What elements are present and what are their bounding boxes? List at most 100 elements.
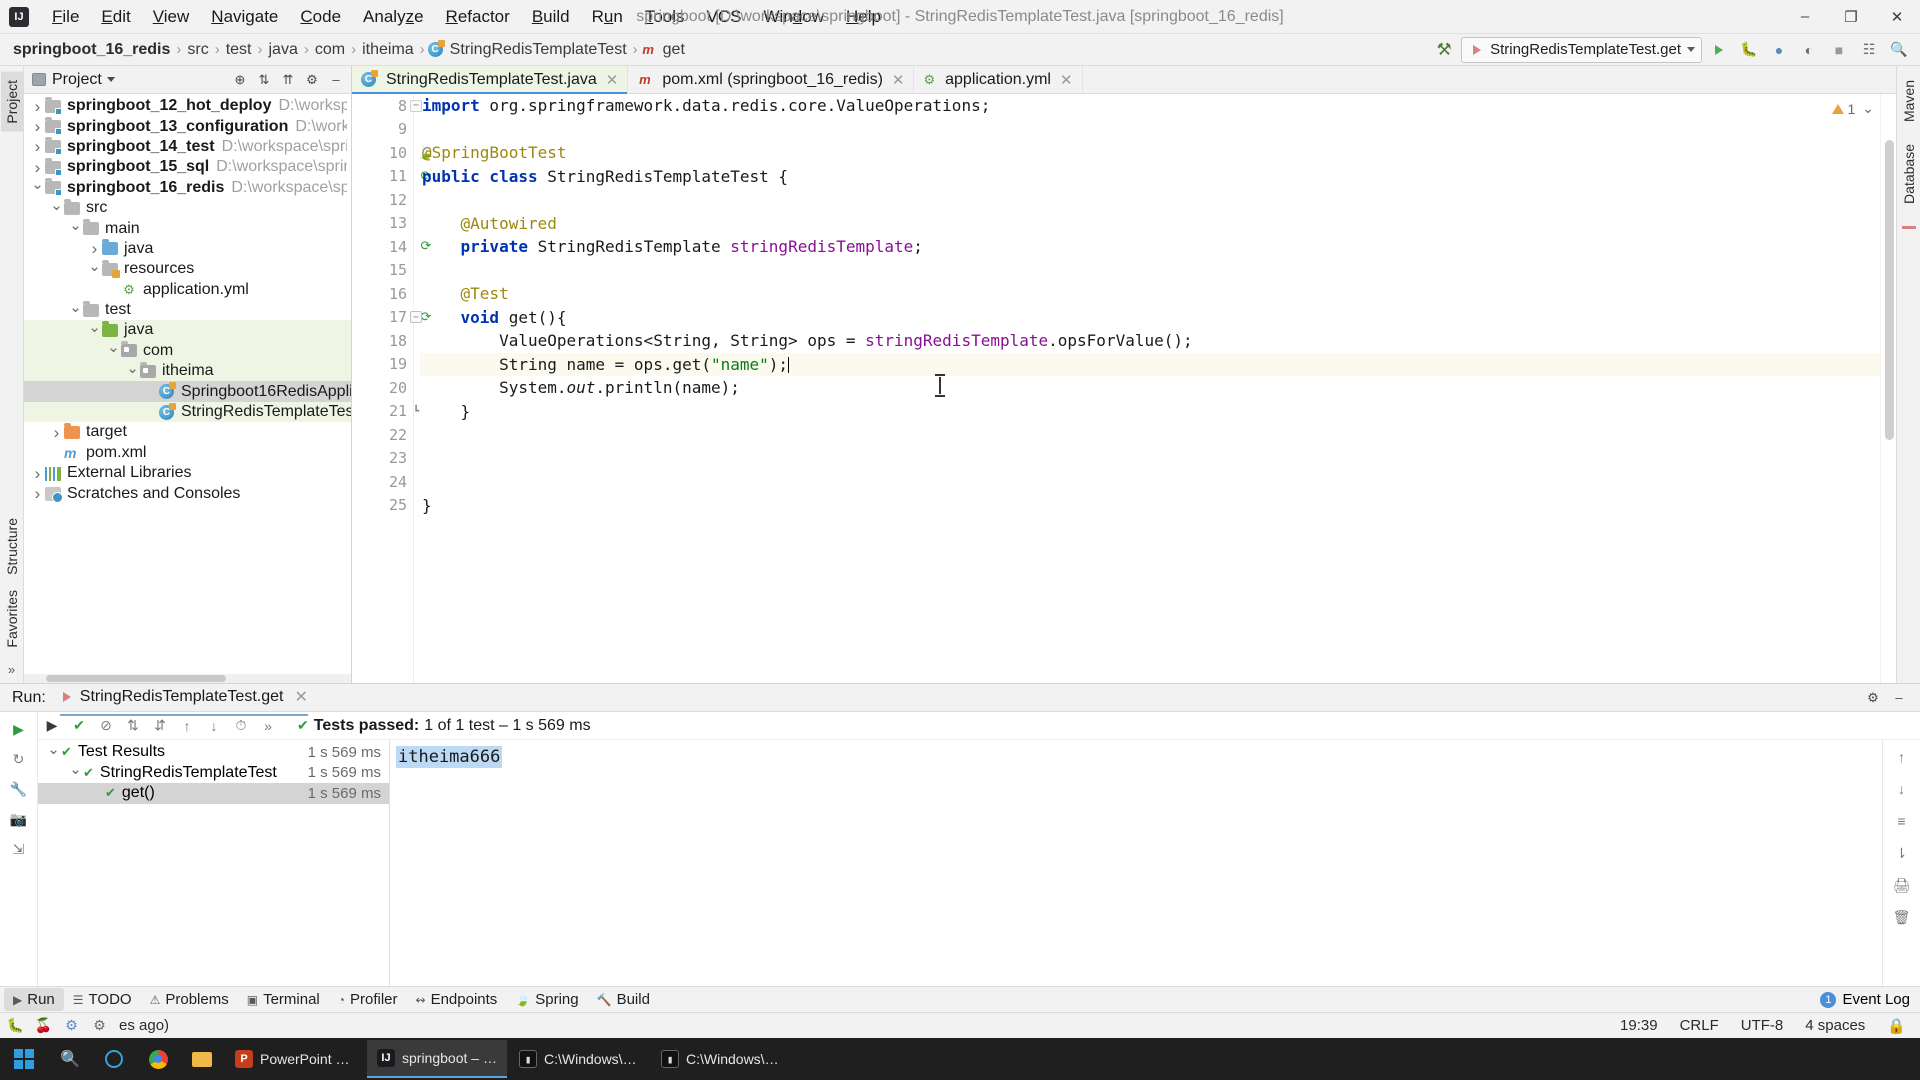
settings-icon[interactable]: ⚙ [90, 1016, 109, 1035]
history-icon[interactable]: ⏱ [229, 715, 253, 737]
test-result-row[interactable]: ✔ StringRedisTemplateTest 1 s 569 ms [38, 763, 389, 784]
menu-window[interactable]: Window [753, 3, 835, 31]
clear-all-icon[interactable]: 🗑 [1890, 906, 1914, 928]
collapse-all-icon[interactable]: ⇈ [277, 69, 299, 91]
gutter-line[interactable]: 16 [352, 282, 413, 306]
tree-toggle-icon[interactable] [30, 180, 45, 195]
close-button[interactable]: ✕ [1874, 0, 1920, 34]
tool-window-todo[interactable]: ☰ TODO [64, 988, 141, 1011]
breadcrumb-item-7[interactable]: get [660, 41, 688, 59]
tree-row[interactable]: ⚙ application.yml [24, 280, 351, 300]
code-line[interactable]: System.out.println(name); [420, 376, 1880, 400]
breadcrumb-item-4[interactable]: com [312, 41, 348, 59]
gutter-line[interactable]: 8− [352, 94, 422, 118]
chrome-icon[interactable] [136, 1038, 180, 1080]
tree-row[interactable]: springboot_12_hot_deploy D:\workspace\spr [24, 96, 351, 116]
tree-row[interactable]: test [24, 300, 351, 320]
coverage-button[interactable]: ● [1766, 37, 1792, 63]
sidebar-item-maven[interactable]: Maven [1898, 72, 1920, 130]
tree-toggle-icon[interactable] [30, 465, 45, 482]
close-icon[interactable]: ✕ [606, 71, 619, 89]
rerun-failed-icon[interactable]: ↻ [7, 748, 31, 770]
tree-toggle-icon[interactable] [68, 765, 83, 780]
menu-build[interactable]: Build [521, 3, 581, 31]
tree-row[interactable]: C Springboot16RedisApplicatio [24, 381, 351, 402]
rerun-icon[interactable]: ▶ [7, 718, 31, 740]
file-encoding[interactable]: UTF-8 [1741, 1017, 1784, 1034]
code-line[interactable] [420, 259, 1880, 283]
tool-window-problems[interactable]: ⚠ Problems [141, 988, 238, 1011]
menu-code[interactable]: Code [289, 3, 352, 31]
gutter-line[interactable]: 25 [352, 494, 413, 518]
expand-all-icon[interactable]: ⇅ [253, 69, 275, 91]
menu-edit[interactable]: Edit [90, 3, 141, 31]
test-results-tree[interactable]: ✔ Test Results 1 s 569 ms ✔ StringRedisTempl… [38, 740, 390, 986]
code-line[interactable]: void get(){ [420, 306, 1880, 330]
tree-row[interactable]: Scratches and Consoles [24, 483, 351, 504]
tree-row[interactable]: main [24, 218, 351, 238]
tree-row[interactable]: target [24, 422, 351, 442]
test-result-row[interactable]: ✔ Test Results 1 s 569 ms [38, 742, 389, 763]
gutter-line[interactable]: 20 [352, 376, 413, 400]
tree-row[interactable]: springboot_14_test D:\workspace\springboo… [24, 137, 351, 157]
tool-window-terminal[interactable]: ▣ Terminal [238, 988, 329, 1011]
tool-window-run[interactable]: ▶ Run [4, 988, 64, 1011]
code-line[interactable] [420, 470, 1880, 494]
gutter-line[interactable]: 23 [352, 447, 413, 471]
taskbar-item[interactable]: ▮ C:\Windows\Syst... [651, 1040, 791, 1078]
run-configuration-selector[interactable]: StringRedisTemplateTest.get [1461, 36, 1702, 63]
editor-tab[interactable]: C StringRedisTemplateTest.java ✕ [352, 66, 629, 94]
tool-window-spring[interactable]: 🍃 Spring [506, 988, 587, 1011]
code-line[interactable] [420, 447, 1880, 471]
tree-toggle-icon[interactable] [68, 303, 83, 318]
layout-button[interactable]: ☷ [1856, 37, 1882, 63]
tree-toggle-icon[interactable] [49, 201, 64, 216]
code-line[interactable] [420, 188, 1880, 212]
editor-tab[interactable]: ⚙ application.yml ✕ [914, 66, 1083, 93]
hide-panel-icon[interactable]: – [1888, 687, 1910, 709]
menu-help[interactable]: Help [835, 3, 892, 31]
file-explorer-icon[interactable] [180, 1038, 224, 1080]
tool-window-endpoints[interactable]: ↭ Endpoints [407, 988, 507, 1011]
tool-window-profiler[interactable]: ◔ Profiler [329, 988, 407, 1011]
editor-tab[interactable]: m pom.xml (springboot_16_redis) ✕ [628, 66, 915, 93]
start-button[interactable] [0, 1038, 48, 1080]
project-hscrollbar[interactable] [24, 674, 351, 683]
lock-icon[interactable]: 🔒 [1887, 1017, 1906, 1035]
gutter-line[interactable]: 18 [352, 329, 413, 353]
tree-toggle-icon[interactable] [30, 118, 45, 135]
code-line[interactable]: @Test [420, 282, 1880, 306]
gutter-line[interactable]: 13 [352, 212, 413, 236]
code-line[interactable]: ValueOperations<String, String> ops = st… [420, 329, 1880, 353]
console-output[interactable]: itheima666 [390, 740, 1882, 986]
tree-row[interactable]: itheima [24, 361, 351, 382]
gutter-line[interactable]: 9 [352, 118, 413, 142]
scroll-to-end-icon[interactable]: ⇂ [1890, 842, 1914, 864]
tree-row[interactable]: com [24, 340, 351, 362]
code-line[interactable] [420, 118, 1880, 142]
line-separator[interactable]: CRLF [1680, 1017, 1719, 1034]
tree-row[interactable]: java [24, 320, 351, 341]
sidebar-item-database[interactable]: Database [1898, 136, 1920, 212]
run-button[interactable] [1706, 37, 1732, 63]
gear-icon[interactable]: ⚙ [1862, 687, 1884, 709]
tree-toggle-icon[interactable] [87, 262, 102, 277]
breadcrumb-item-1[interactable]: src [184, 41, 211, 59]
build-hammer-icon[interactable]: ⚒ [1431, 37, 1457, 63]
scroll-up-icon[interactable]: ↑ [1890, 746, 1914, 768]
gutter-line[interactable]: 15 [352, 259, 413, 283]
menu-vcs[interactable]: VCS [696, 3, 753, 31]
editor-scrollbar-track[interactable] [1880, 94, 1896, 683]
inspection-widget[interactable]: 1 ⌄ [1832, 100, 1874, 117]
sidebar-item-favorites[interactable]: Favorites [1, 582, 23, 656]
tree-toggle-icon[interactable] [30, 138, 45, 155]
bug-icon[interactable]: 🐛 [6, 1016, 25, 1035]
breadcrumb-item-6[interactable]: StringRedisTemplateTest [447, 41, 630, 59]
show-ignored-icon[interactable]: ⊘ [94, 715, 118, 737]
maximize-button[interactable]: ❐ [1828, 0, 1874, 34]
code-line[interactable]: } [420, 494, 1880, 518]
camera-icon[interactable]: 📷 [7, 808, 31, 830]
tree-toggle-icon[interactable] [87, 323, 102, 338]
editor-code[interactable]: import org.springframework.data.redis.co… [414, 94, 1880, 683]
editor-area[interactable]: 8−9 10 🍃 11 ⟳ 12 13 14 ⟳ 15 16 17 ⟳ −18 19 20 21 ┗ 22 23 24 2… [352, 94, 1896, 683]
